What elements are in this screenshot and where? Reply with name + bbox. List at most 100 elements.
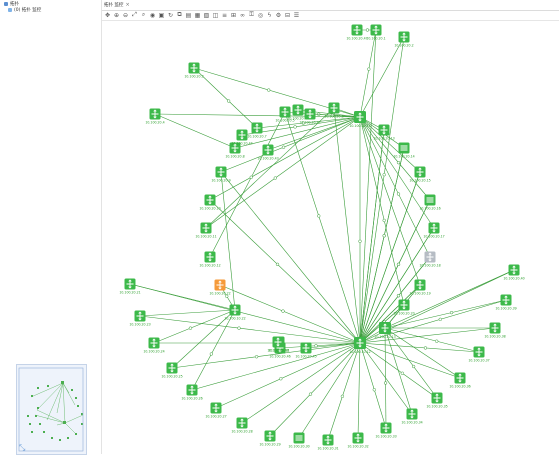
zoom-out-icon[interactable]: ⊖ <box>122 12 129 19</box>
link-hub2-n46[interactable] <box>279 342 361 349</box>
node-n01[interactable]: 10.100.20.1 <box>366 24 386 41</box>
node-n34[interactable]: 10.100.20.34 <box>401 408 423 425</box>
node-n22[interactable]: 10.100.20.22 <box>209 279 231 296</box>
node-n29[interactable]: 10.100.20.29 <box>259 430 281 447</box>
node-label: 10.100.20.38 <box>484 335 505 339</box>
link-port-marker <box>423 346 428 350</box>
node-n30[interactable]: 10.100.20.30 <box>288 432 310 449</box>
node-n31[interactable]: 10.100.20.31 <box>317 434 339 451</box>
link-hub1-n10[interactable] <box>209 116 361 201</box>
node-n40[interactable]: 10.100.20.40 <box>503 264 525 281</box>
save-icon[interactable]: ▦ <box>194 12 201 19</box>
expand-icon[interactable]: ⤡ <box>19 443 28 452</box>
node-n11[interactable]: 10.100.20.11 <box>195 222 217 239</box>
visibility-icon[interactable]: ◎ <box>257 12 264 19</box>
node-n15[interactable]: 10.100.20.15 <box>409 166 431 183</box>
link-hub2-n06[interactable] <box>333 107 361 344</box>
link-port-marker <box>396 192 401 196</box>
node-label: 10.100.20.39 <box>495 307 516 311</box>
node-n25[interactable]: 10.100.20.25 <box>161 362 183 379</box>
link-hub3-n40[interactable] <box>384 269 515 329</box>
node-n26[interactable]: 10.100.20.26 <box>181 384 203 401</box>
link-hub2-n31[interactable] <box>327 342 361 441</box>
tree-child-item[interactable]: (0) 拓扑 监控 <box>8 7 41 13</box>
node-n43[interactable]: 10.100.20.43 <box>257 144 279 161</box>
node-n18[interactable]: 10.100.20.18 <box>419 251 441 268</box>
node-n02[interactable]: 10.100.20.2 <box>394 31 414 48</box>
node-n04[interactable]: 10.100.20.4 <box>145 108 165 125</box>
node-label: 10.100.20.43 <box>257 157 278 161</box>
overview-minimap[interactable]: ⤡ <box>16 364 87 455</box>
node-n45[interactable]: 10.100.20.45 <box>295 342 317 359</box>
folder-icon <box>4 2 8 6</box>
grid-icon[interactable]: ⊟ <box>284 12 291 19</box>
refresh-icon[interactable]: ↻ <box>167 12 174 19</box>
link-sw2-n26[interactable] <box>191 309 236 391</box>
node-n12[interactable]: 10.100.20.12 <box>199 251 221 268</box>
node-n32[interactable]: 10.100.20.32 <box>347 432 369 449</box>
link-port-marker <box>372 388 376 392</box>
node-n35[interactable]: 10.100.20.35 <box>426 392 448 409</box>
search-icon[interactable]: ⌕ <box>140 11 147 19</box>
lock-icon[interactable]: ⚿ <box>248 11 255 19</box>
node-label: 10.100.20.35 <box>426 405 447 409</box>
topology-tree-panel: 拓扑 (0) 拓扑 监控 ⤡ <box>0 0 102 455</box>
link-hub2-n10[interactable] <box>209 199 361 344</box>
pan-icon[interactable]: ✥ <box>104 12 111 19</box>
node-n38[interactable]: 10.100.20.38 <box>484 322 506 339</box>
node-n47[interactable]: 10.100.20.47 <box>346 24 368 41</box>
link-hub1-n02[interactable] <box>359 36 405 118</box>
zoom-in-icon[interactable]: ⊕ <box>113 12 120 19</box>
settings-icon[interactable]: ⚙ <box>275 12 282 19</box>
node-n28[interactable]: 10.100.20.28 <box>231 417 253 434</box>
tab-topology-monitor[interactable]: 拓扑 监控 × <box>104 1 130 9</box>
properties-icon[interactable]: ☰ <box>293 12 300 19</box>
node-n09[interactable]: 10.100.20.9 <box>211 166 231 183</box>
node-label: 10.100.20.33 <box>375 435 396 439</box>
node-n19[interactable]: 10.100.20.19 <box>409 279 431 296</box>
tab-title: 拓扑 监控 <box>104 3 124 8</box>
link-hub2-n05[interactable] <box>284 111 361 344</box>
node-n21[interactable]: 10.100.20.21 <box>119 278 141 295</box>
link-icon[interactable]: ∞ <box>239 12 246 19</box>
node-label: 10.100.20.17 <box>423 235 444 239</box>
link-sw2-n23[interactable] <box>139 309 236 317</box>
link-hub2-n01[interactable] <box>359 29 377 344</box>
view-icon[interactable]: ◉ <box>149 12 156 19</box>
topology-main: 10.100.10.11 10.100.10.12 10.100.10.13 10.1… <box>102 0 559 454</box>
topology-canvas[interactable]: 10.100.10.11 10.100.10.12 10.100.10.13 10.1… <box>102 0 559 454</box>
link-hub3-n34[interactable] <box>384 327 413 415</box>
link-hub2-n36[interactable] <box>359 342 461 379</box>
node-n16[interactable]: 10.100.20.16 <box>419 194 441 211</box>
node-label: 10.100.20.36 <box>449 385 470 389</box>
close-icon[interactable]: × <box>125 2 129 8</box>
node-n07[interactable]: 10.100.20.7 <box>247 122 267 139</box>
link-n04-n08[interactable] <box>154 113 236 149</box>
node-label: 10.100.20.15 <box>409 179 430 183</box>
paste-icon[interactable]: ▤ <box>185 12 192 19</box>
layout-icon[interactable]: ◫ <box>212 12 219 19</box>
node-n23[interactable]: 10.100.20.23 <box>129 310 151 327</box>
copy-icon[interactable]: ⧉ <box>176 11 183 19</box>
link-port-marker <box>435 339 439 343</box>
node-n03[interactable]: 10.100.20.3 <box>184 62 204 79</box>
node-label: 10.100.20.16 <box>419 207 440 211</box>
node-n36[interactable]: 10.100.20.36 <box>449 372 471 389</box>
group-icon[interactable]: ⊞ <box>230 12 237 19</box>
node-sw2[interactable]: 10.100.10.22 <box>224 304 246 321</box>
tree-child-label: (0) 拓扑 监控 <box>14 8 42 13</box>
node-n37[interactable]: 10.100.20.37 <box>468 346 490 363</box>
align-icon[interactable]: ≡ <box>221 12 228 19</box>
image-icon[interactable]: ▧ <box>203 12 210 19</box>
zoom-fit-icon[interactable]: ⤢ <box>131 11 138 19</box>
node-n17[interactable]: 10.100.20.17 <box>423 222 445 239</box>
node-n33[interactable]: 10.100.20.33 <box>375 422 397 439</box>
link-hub1-n19[interactable] <box>359 116 421 286</box>
power-icon[interactable]: ϟ <box>266 12 273 19</box>
select-icon[interactable]: ▣ <box>158 12 165 19</box>
link-sw2-n24[interactable] <box>153 309 236 344</box>
link-hub2-n32[interactable] <box>357 342 361 439</box>
link-hub3-n36[interactable] <box>384 327 461 379</box>
node-n10[interactable]: 10.100.20.10 <box>199 194 221 211</box>
link-hub2-n33[interactable] <box>359 342 387 429</box>
